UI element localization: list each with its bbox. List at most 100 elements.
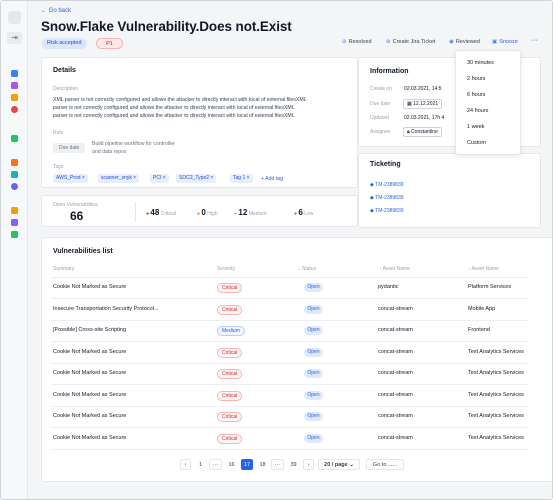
tag-chip[interactable]: Tag 1 × <box>230 174 253 183</box>
page-size-select[interactable]: 20 / page ⌄ <box>318 459 360 470</box>
page-button[interactable]: 16 <box>225 459 238 470</box>
vulnerability-icon[interactable] <box>11 183 18 190</box>
lock-icon: 🔒︎ <box>407 129 410 135</box>
priority-badge[interactable]: P1 <box>96 38 123 49</box>
status-badge[interactable]: Open <box>304 433 323 443</box>
table-row[interactable]: Cookie Not Marked as Secure Critical Open c… <box>51 407 529 428</box>
critical-dot-icon: ● <box>146 211 150 217</box>
table-row[interactable]: Cookie Not Marked as Secure Critical Open c… <box>51 364 529 385</box>
ticketing-card: Ticketing ◆ TM-2389839 ◆ TM-2389839 ◆ TM… <box>358 153 541 228</box>
high-count: ● 0 High <box>197 208 218 217</box>
column-header-summary[interactable]: Summary <box>53 266 74 272</box>
table-row[interactable]: Insecure Transportation Security Protoco… <box>51 300 529 321</box>
snooze-option[interactable]: Custom <box>467 140 486 146</box>
prev-page-button[interactable]: ‹ <box>180 459 191 470</box>
asset-name-2-cell: Frontend <box>468 327 491 333</box>
folder-icon[interactable] <box>11 159 18 166</box>
snooze-option[interactable]: 2 hours <box>467 76 485 82</box>
column-header-status[interactable]: ↓ Status <box>298 266 316 272</box>
risk-status-badge[interactable]: Risk accepted <box>42 38 87 49</box>
column-header-severity[interactable]: Severity <box>217 266 235 272</box>
jira-icon: ◆ <box>370 208 374 214</box>
dashboard-icon[interactable] <box>11 70 18 77</box>
severity-badge: Critical <box>217 369 243 379</box>
table-row[interactable]: Cookie Not Marked as Secure Critical Open c… <box>51 343 529 364</box>
ticket-link[interactable]: ◆ TM-2389839 <box>370 195 404 201</box>
resolved-button[interactable]: ⊘ Resolved <box>342 39 372 45</box>
table-row[interactable]: Cookie Not Marked as Secure Critical Open c… <box>51 386 529 407</box>
resolved-label: Resolved <box>348 39 372 45</box>
column-header-asset-name-2[interactable]: ↓ Asset Name <box>468 266 499 272</box>
tag-chip[interactable]: PCI × <box>150 174 169 183</box>
table-row[interactable]: Cookie Not Marked as Secure Critical Open c… <box>51 429 529 450</box>
next-page-button[interactable]: › <box>303 459 314 470</box>
goto-page-input[interactable]: Go to ...... <box>366 459 404 470</box>
status-badge[interactable]: Open <box>304 283 323 292</box>
asset-name-cell: concat-stream <box>378 413 413 419</box>
tag-chip[interactable]: scanner_snyk × <box>98 174 140 183</box>
page-button-current[interactable]: 17 <box>241 459 253 470</box>
snooze-button[interactable]: ▣ Snooze <box>492 39 518 45</box>
asset-name-2-cell: Text Analytics Services <box>468 370 524 376</box>
page-button[interactable]: 1 <box>195 459 206 470</box>
info-value: 02.03.2021, 17h 4 <box>404 115 445 121</box>
medium-dot-icon: ● <box>234 211 238 217</box>
severity-badge: Critical <box>217 433 243 444</box>
rule-due-date-chip[interactable]: Due date <box>53 143 86 153</box>
status-badge[interactable]: Open <box>304 369 323 378</box>
page-ellipsis[interactable]: ··· <box>271 459 284 470</box>
add-tag-button[interactable]: + Add tag <box>261 176 283 182</box>
alert-icon[interactable] <box>11 106 18 113</box>
summary-cell: Cookie Not Marked as Secure <box>53 284 127 290</box>
due-date-picker[interactable]: ▦ 12.12.2021 <box>403 99 443 109</box>
snooze-option[interactable]: 24 hours <box>467 108 488 114</box>
page-button[interactable]: 39 <box>287 459 300 470</box>
layers-icon[interactable] <box>11 171 18 178</box>
column-header-asset-name[interactable]: ↓ Asset Name <box>379 266 410 272</box>
page-ellipsis[interactable]: ··· <box>209 459 222 470</box>
snooze-option[interactable]: 1 week <box>467 124 484 130</box>
grid-icon[interactable] <box>11 82 18 89</box>
chat-icon[interactable] <box>11 231 18 238</box>
table-row[interactable]: Cookie Not Marked as Secure Critical Open p… <box>51 278 529 299</box>
table-row[interactable]: [Possible] Cross-site Scripting Medium Ope… <box>51 321 529 342</box>
user-icon[interactable] <box>11 219 18 226</box>
status-badge[interactable]: Open <box>304 326 323 335</box>
check-circle-icon: ⊘ <box>342 39 347 45</box>
reviewed-button[interactable]: ◉ Reviewed <box>449 39 480 45</box>
ticket-link[interactable]: ◆ TM-2389839 <box>370 208 404 214</box>
page-size-value: 20 / page <box>324 462 348 468</box>
due-date-value: 12.12.2021 <box>413 101 439 107</box>
status-badge[interactable]: Open <box>304 390 323 400</box>
assignee-select[interactable]: 🔒︎ Constantine <box>403 127 442 137</box>
details-card: Details Description XML parser is not co… <box>41 57 358 188</box>
status-badge[interactable]: Open <box>304 347 323 357</box>
tag-chip[interactable]: AWS_Prod × <box>53 174 88 183</box>
snooze-option[interactable]: 30 minutes <box>467 60 494 66</box>
sidebar-collapse-button[interactable]: ⇥ <box>7 32 22 44</box>
back-link[interactable]: ← Go back <box>41 8 71 14</box>
tag-remove-icon[interactable]: × <box>82 175 85 181</box>
tag-remove-icon[interactable]: × <box>247 175 250 181</box>
bug-icon[interactable] <box>11 207 18 214</box>
chart-icon[interactable] <box>11 94 18 101</box>
snooze-label: Snooze <box>499 39 518 45</box>
ticket-link[interactable]: ◆ TM-2389839 <box>370 182 404 188</box>
tag-remove-icon[interactable]: × <box>210 175 213 181</box>
rule-text: Build pipeline workflow for controller <box>92 141 175 147</box>
integrations-icon[interactable] <box>11 135 18 142</box>
tag-remove-icon[interactable]: × <box>133 175 136 181</box>
ticketing-heading: Ticketing <box>370 161 401 168</box>
asset-name-cell: concat-stream <box>378 370 413 376</box>
status-badge[interactable]: Open <box>304 412 323 421</box>
create-jira-button[interactable]: ⊚ Create Jira Ticket <box>386 39 435 45</box>
tag-remove-icon[interactable]: × <box>163 175 166 181</box>
page-button[interactable]: 18 <box>256 459 269 470</box>
snooze-option[interactable]: 6 hours <box>467 92 485 98</box>
more-options-button[interactable]: ··· <box>531 37 538 44</box>
low-value: 6 <box>298 208 303 217</box>
tag-chip[interactable]: SOC2_Type2 × <box>176 174 217 183</box>
asset-name-2-cell: Text Analytics Services <box>468 348 524 355</box>
info-value: 02.03.2021, 14:5 <box>404 86 442 92</box>
status-badge[interactable]: Open <box>304 304 323 314</box>
